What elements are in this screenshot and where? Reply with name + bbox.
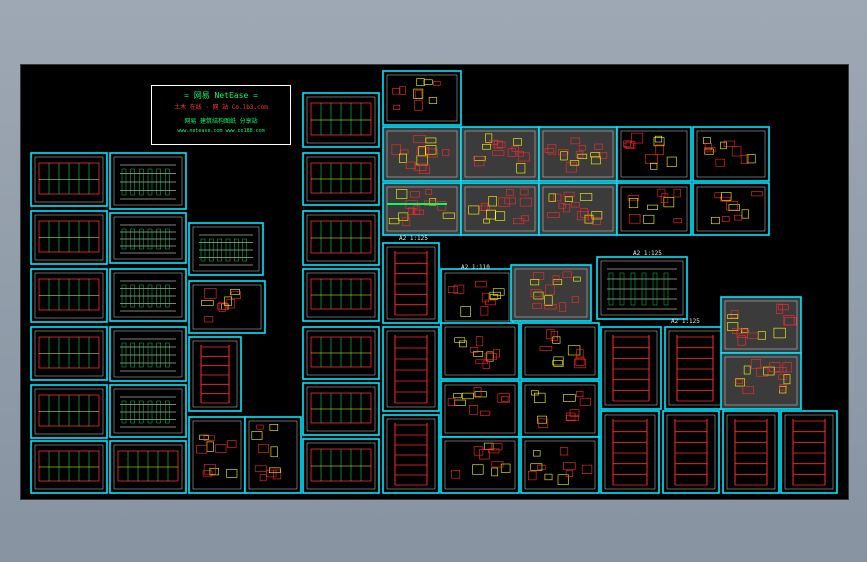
drawing-sheet[interactable]	[382, 414, 440, 494]
sheet-label-d: A2 1:125	[671, 318, 700, 325]
drawing-sheet[interactable]	[538, 182, 618, 236]
drawing-sheet[interactable]	[664, 326, 726, 410]
drawing-sheet[interactable]	[662, 410, 720, 494]
drawing-sheet[interactable]	[440, 322, 520, 380]
drawing-sheet[interactable]	[780, 410, 838, 494]
cad-viewer: = 网易 NetEase = 土木 在线 · 网 站 Co.lb3.com 网易…	[0, 0, 867, 562]
drawing-sheet[interactable]	[382, 182, 462, 236]
sheet-label-a: A2 1:125	[399, 235, 428, 242]
drawing-sheet[interactable]	[616, 182, 692, 236]
drawing-sheet[interactable]	[520, 322, 600, 380]
drawing-sheet[interactable]	[510, 264, 592, 322]
title-block: = 网易 NetEase = 土木 在线 · 网 站 Co.lb3.com 网易…	[151, 85, 291, 145]
drawing-model-space[interactable]: = 网易 NetEase = 土木 在线 · 网 站 Co.lb3.com 网易…	[20, 64, 849, 500]
drawing-sheet[interactable]	[722, 410, 780, 494]
drawing-sheet[interactable]	[188, 416, 246, 494]
drawing-sheet[interactable]	[382, 242, 440, 324]
drawing-sheet[interactable]	[600, 326, 662, 410]
drawing-sheet[interactable]	[460, 182, 540, 236]
drawing-sheet[interactable]	[692, 126, 770, 182]
drawing-sheet[interactable]	[244, 416, 302, 494]
drawing-sheet[interactable]	[382, 326, 440, 412]
title-block-website: www.netease.com www.co188.com	[177, 128, 265, 134]
drawing-sheet[interactable]	[520, 380, 600, 438]
drawing-sheet[interactable]	[460, 126, 540, 182]
drawing-sheet[interactable]	[692, 182, 770, 236]
drawing-sheet[interactable]	[188, 336, 242, 412]
drawing-sheet[interactable]	[616, 126, 692, 182]
title-block-subtitle: 土木 在线 · 网 站 Co.lb3.com	[174, 104, 268, 111]
drawing-sheet[interactable]	[440, 268, 514, 326]
drawing-sheets-layer	[30, 70, 838, 494]
drawing-sheet[interactable]	[440, 380, 520, 438]
drawing-sheet[interactable]	[600, 410, 660, 494]
title-block-note: 网易 建筑结构图纸 分享站	[184, 118, 258, 125]
drawing-sheet[interactable]	[382, 126, 462, 182]
sheet-label-c: A2 1:125	[633, 250, 662, 257]
title-block-brand: = 网易 NetEase =	[184, 91, 258, 100]
sheet-label-b: A2 1:110	[461, 264, 490, 271]
